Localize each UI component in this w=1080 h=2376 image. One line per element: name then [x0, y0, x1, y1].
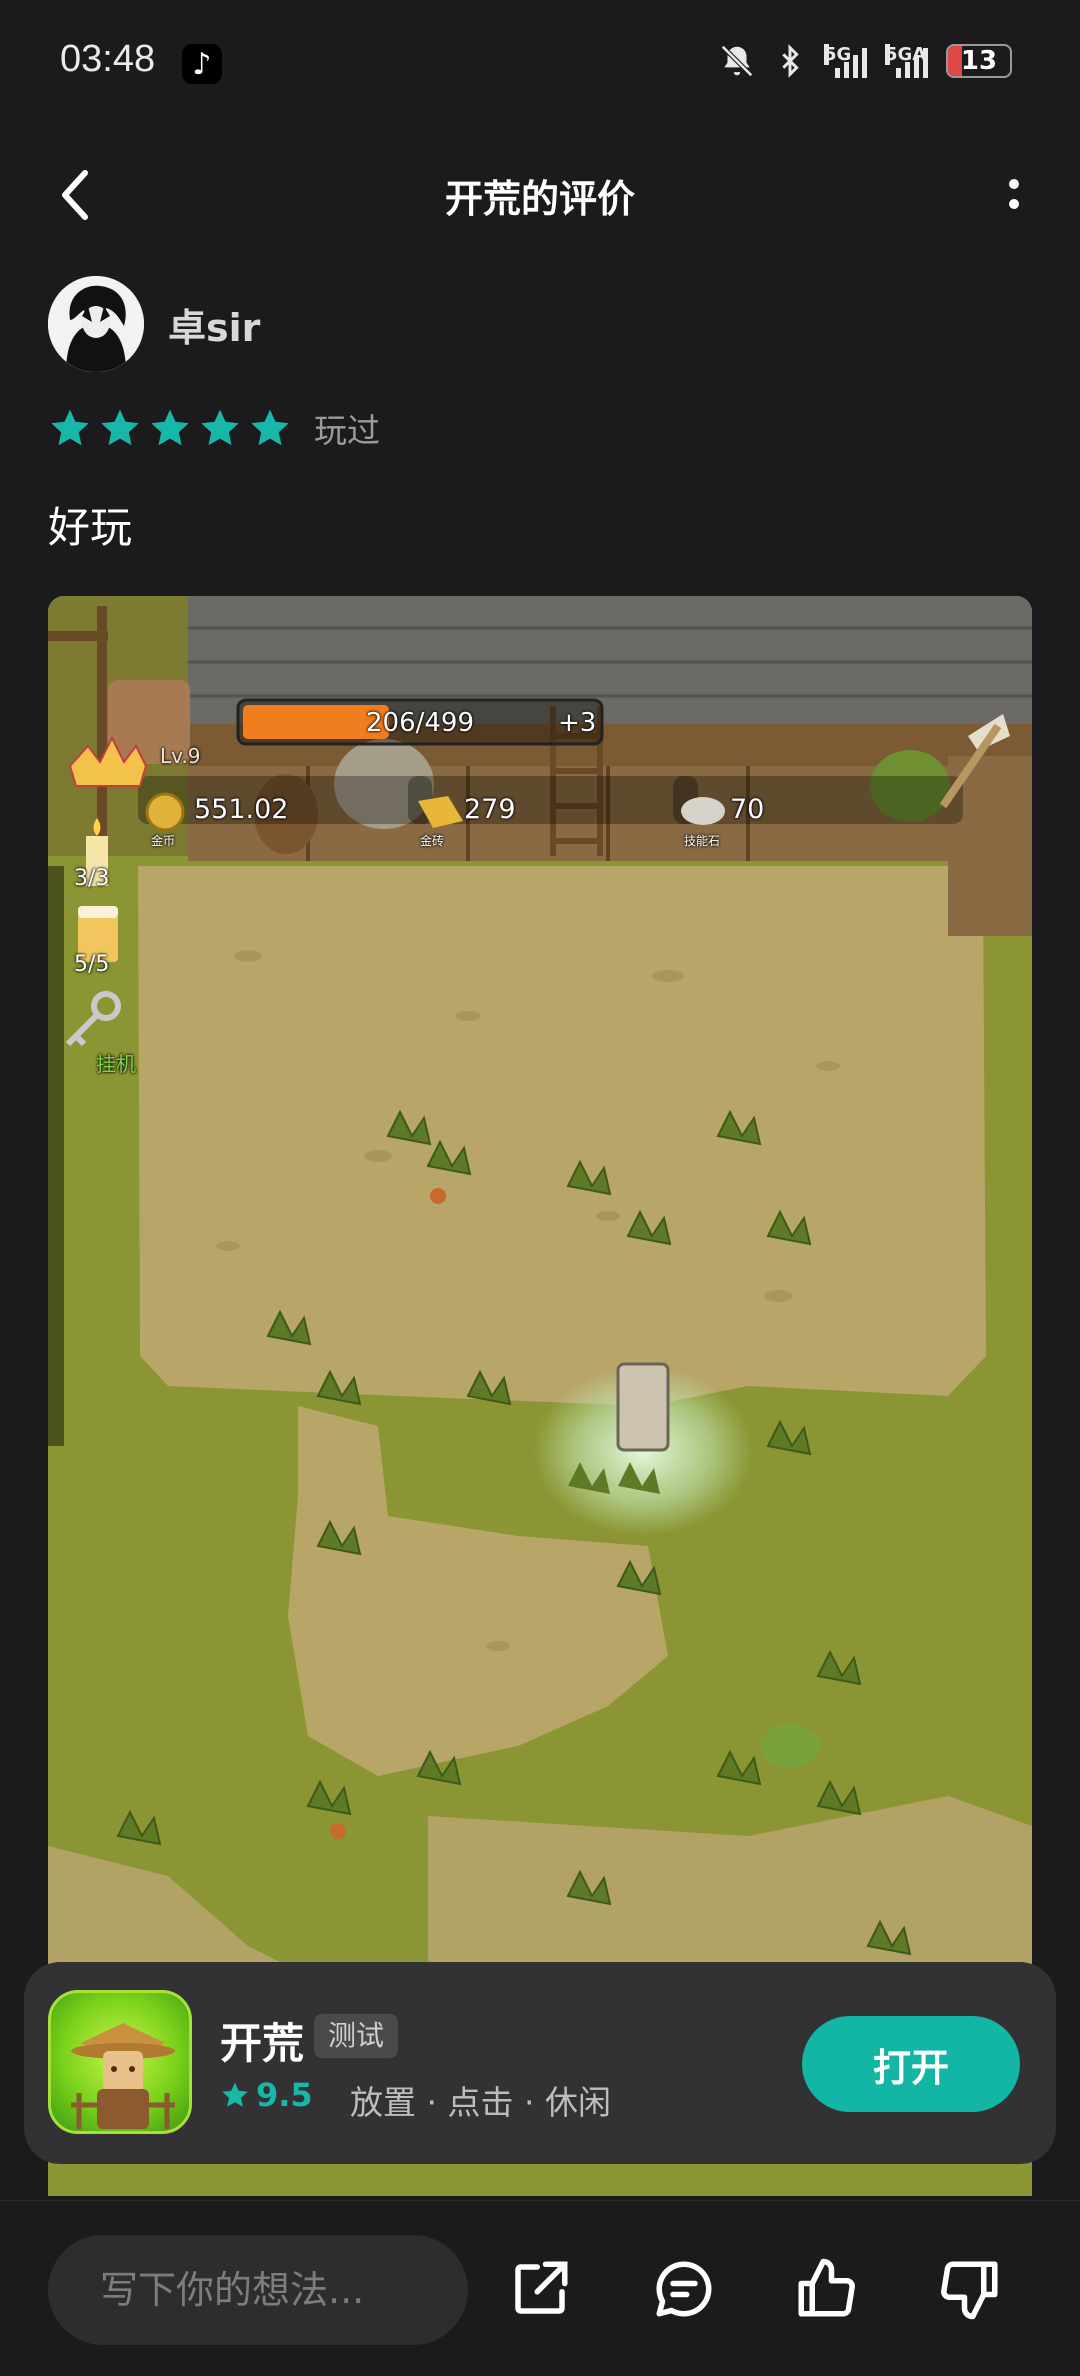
level-label: Lv.9 [160, 744, 201, 768]
beer-count: 5/5 [74, 952, 110, 977]
signal-5ga-icon: 5GA [885, 44, 928, 78]
mute-bell-icon [721, 45, 753, 77]
star-rating [48, 406, 292, 450]
played-status: 玩过 [314, 411, 380, 450]
skill-stone-label: 技能石 [684, 834, 721, 848]
gold-coin-label: 金币 [151, 834, 176, 848]
more-vertical-icon [1009, 179, 1019, 189]
app-rating: 9.5 [220, 2076, 313, 2114]
rating-row: 玩过 [48, 404, 380, 452]
like-icon [798, 2258, 855, 2317]
tiktok-icon: ♪ [182, 44, 222, 84]
candle-count: 3/3 [74, 866, 110, 891]
status-time: 03:48 [60, 38, 156, 80]
battery-level: 13 [960, 46, 998, 76]
star-icon [51, 409, 89, 446]
exp-bonus: +3 [558, 708, 597, 738]
gold-brick-label: 金砖 [420, 834, 445, 848]
app-badge: 测试 [314, 2014, 399, 2058]
like-button[interactable] [788, 2251, 864, 2327]
status-icons: 5G 5GA 13 [718, 42, 1012, 80]
star-icon [101, 409, 139, 446]
bluetooth-icon [782, 44, 799, 78]
reviewer[interactable]: 卓sir [48, 274, 260, 374]
status-bar: 03:48 ♪ 5G 5GA 13 [0, 0, 1080, 124]
skill-stone-value: 70 [730, 794, 765, 825]
page-title: 开荒的评价 [444, 177, 635, 221]
comment-input[interactable]: 写下你的想法... [48, 2235, 468, 2345]
app-icon[interactable] [48, 1990, 192, 2134]
comment-icon [656, 2261, 712, 2317]
idle-label: 挂机 [96, 1052, 136, 1076]
more-button[interactable] [984, 164, 1044, 224]
star-icon [251, 409, 289, 446]
review-screenshot[interactable]: Lv.9 206/499 +3 551.02 金币 279 金砖 70 技能石 … [48, 596, 1032, 2196]
app-tags: 放置 · 点击 · 休闲 [350, 2083, 611, 2122]
header: 开荒的评价 [0, 140, 1080, 250]
signal-5g-icon: 5G [824, 44, 867, 78]
username[interactable]: 卓sir [168, 297, 260, 352]
bottom-bar: 写下你的想法... [0, 2200, 1080, 2376]
open-button[interactable]: 打开 [802, 2016, 1020, 2112]
app-card[interactable]: 开荒 测试 9.5 放置 · 点击 · 休闲 打开 [24, 1962, 1056, 2164]
gold-brick-value: 279 [464, 794, 516, 825]
app-rating-value: 9.5 [256, 2076, 313, 2114]
star-icon [222, 2082, 248, 2107]
dislike-icon [941, 2261, 998, 2320]
share-icon [515, 2261, 568, 2314]
review-text: 好玩 [48, 503, 133, 552]
dislike-button[interactable] [932, 2251, 1008, 2327]
app-name: 开荒 [220, 2019, 305, 2068]
exp-value: 206/499 [366, 708, 475, 738]
avatar[interactable] [48, 276, 144, 372]
comment-button[interactable] [646, 2251, 722, 2327]
star-icon [201, 409, 239, 446]
share-button[interactable] [502, 2251, 578, 2327]
battery-icon: 13 [946, 44, 1012, 78]
star-icon [151, 409, 189, 446]
gold-coin-value: 551.02 [194, 794, 289, 825]
